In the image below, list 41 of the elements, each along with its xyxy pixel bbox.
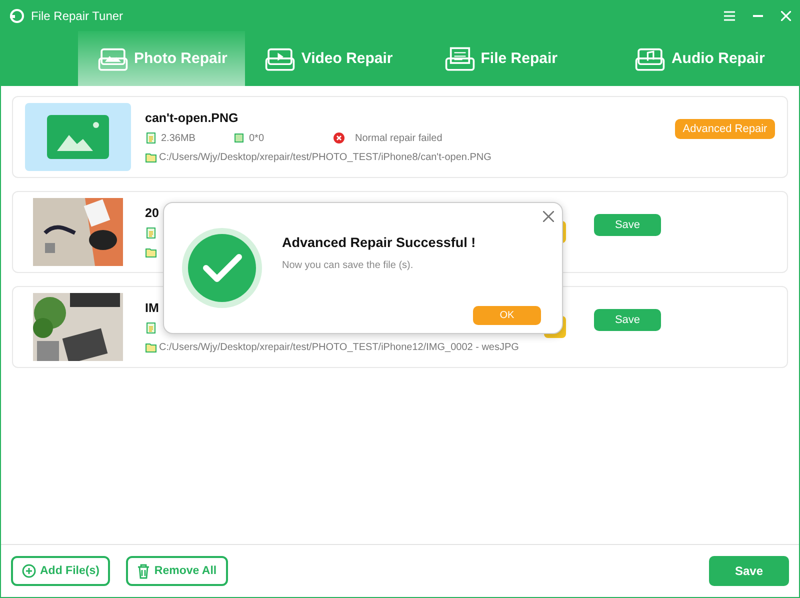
document-icon bbox=[444, 46, 475, 70]
remove-all-button[interactable]: Remove All bbox=[126, 556, 228, 586]
app-logo-icon bbox=[9, 8, 25, 24]
image-icon bbox=[98, 46, 128, 70]
video-icon bbox=[265, 46, 296, 70]
music-icon bbox=[635, 46, 666, 70]
file-size: 2.36MB bbox=[161, 132, 196, 144]
ok-button[interactable]: OK bbox=[473, 306, 541, 325]
repair-status: Normal repair failed bbox=[355, 132, 442, 144]
file-name: 20 bbox=[145, 206, 159, 220]
tab[interactable]: File Repair bbox=[424, 31, 576, 86]
folder-icon bbox=[145, 246, 157, 258]
image-dimensions: 0*0 bbox=[249, 132, 264, 144]
tab[interactable]: Video Repair bbox=[245, 31, 411, 86]
document-icon bbox=[145, 322, 157, 334]
file-name: IM bbox=[145, 301, 159, 315]
menu-icon[interactable] bbox=[724, 11, 735, 21]
document-icon bbox=[145, 227, 157, 239]
dialog-title: Advanced Repair Successful ! bbox=[282, 235, 477, 250]
save-button[interactable]: Save bbox=[709, 556, 789, 586]
file-path: C:/Users/Wjy/Desktop/xrepair/test/PHOTO_TEST/iPhone8/can't-open.PNG bbox=[159, 152, 492, 162]
window-title: File Repair Tuner bbox=[31, 9, 124, 23]
crop-icon bbox=[233, 132, 245, 144]
dialog-message: Now you can save the file (s). bbox=[282, 260, 414, 271]
trash-icon bbox=[137, 564, 150, 578]
document-icon bbox=[145, 132, 157, 144]
file-path: C:/Users/Wjy/Desktop/xrepair/test/PHOTO_TEST/iPhone12/IMG_0002 - wesJPG bbox=[159, 342, 519, 352]
save-button[interactable]: Save bbox=[594, 309, 661, 331]
add-files-button[interactable]: Add File(s) bbox=[11, 556, 110, 586]
folder-icon bbox=[145, 341, 157, 353]
save-button[interactable]: Save bbox=[594, 214, 661, 236]
error-icon bbox=[333, 132, 345, 144]
folder-icon bbox=[145, 151, 157, 163]
checkmark-icon bbox=[182, 228, 262, 308]
plus-icon bbox=[22, 564, 36, 578]
file-name: can't-open.PNG bbox=[145, 111, 238, 125]
close-icon[interactable] bbox=[543, 211, 554, 222]
tab[interactable]: Audio Repair bbox=[615, 31, 783, 86]
tab[interactable]: Photo Repair bbox=[78, 31, 246, 86]
image-placeholder-icon bbox=[25, 103, 131, 171]
advanced-repair-button[interactable]: Advanced Repair bbox=[675, 119, 775, 139]
